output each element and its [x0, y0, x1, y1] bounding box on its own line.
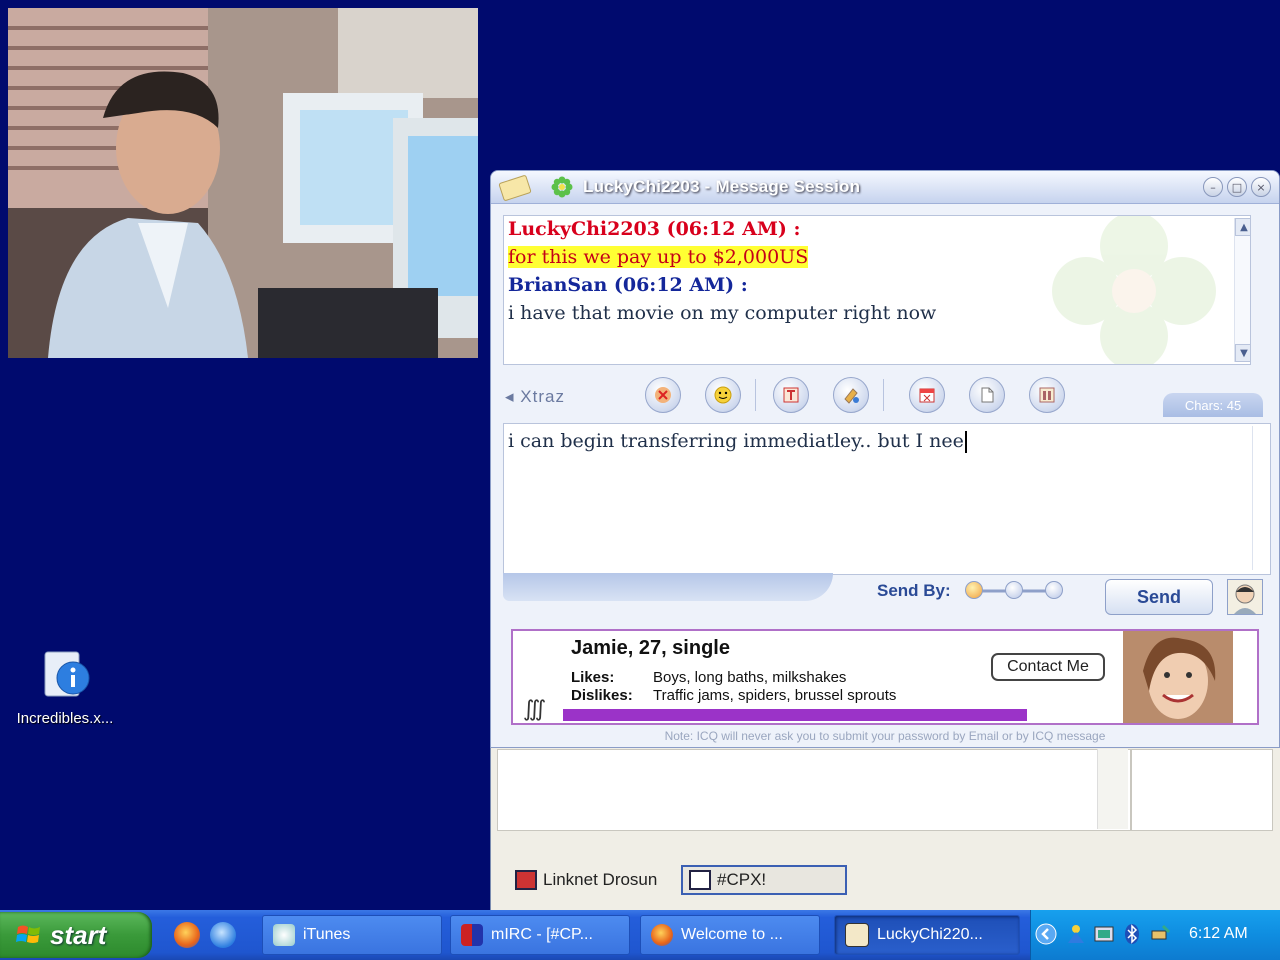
mirc-window: Linknet Drosun #CPX! [490, 735, 1280, 910]
scroll-down-icon[interactable]: ▼ [1235, 344, 1250, 362]
mirc-text-area [497, 749, 1131, 831]
desktop-icon-label: Incredibles.x... [16, 710, 114, 727]
system-tray: 6:12 AM [1030, 910, 1280, 960]
channel-tab-label: Linknet Drosun [543, 870, 658, 889]
task-label: Welcome to ... [681, 926, 783, 943]
windows-logo-icon [16, 925, 40, 943]
history-message: for this we pay up to $2,000US [508, 246, 809, 268]
taskbar: start iTunes mIRC - [#CP... Welcome to .… [0, 910, 1280, 960]
mirc-icon [461, 924, 483, 946]
itunes-icon [273, 924, 295, 946]
font-icon[interactable] [773, 377, 809, 413]
title-bar[interactable]: LuckyChi2203 - Message Session – □ × [491, 171, 1279, 204]
send-bar-decoration [503, 573, 833, 601]
scroll-up-icon[interactable]: ▲ [1235, 218, 1250, 236]
envelope-icon [498, 175, 532, 201]
advertisement-banner[interactable]: ∭ Jamie, 27, single Likes: Boys, long ba… [511, 629, 1259, 725]
send-by-option-icon[interactable] [1005, 581, 1023, 599]
task-label: iTunes [303, 926, 351, 943]
ad-dislikes-label: Dislikes: [571, 687, 633, 704]
send-by-option-icon[interactable] [1045, 581, 1063, 599]
webcam-video [8, 8, 478, 358]
network-icon[interactable] [1093, 923, 1115, 945]
mirc-nicklist [1131, 749, 1273, 831]
history-message: i have that movie on my computer right n… [508, 302, 937, 324]
file-icon[interactable] [969, 377, 1005, 413]
ad-likes-value: Boys, long baths, milkshakes [653, 669, 847, 686]
tray-expand-icon[interactable] [1035, 923, 1057, 945]
desktop-icon-incredibles[interactable]: Incredibles.x... [4, 648, 126, 727]
send-by-label: Send By: [877, 581, 951, 600]
xtraz-label: Xtraz [520, 387, 565, 406]
start-label: start [50, 919, 107, 950]
compose-text[interactable]: i can begin transferring immediatley.. b… [508, 430, 967, 453]
history-scrollbar[interactable]: ▲ ▼ [1234, 218, 1250, 362]
security-note: Note: ICQ will never ask you to submit y… [664, 729, 1106, 743]
xtraz-button[interactable]: ◂ Xtraz [505, 387, 565, 407]
toolbar-divider [755, 379, 756, 411]
send-by-slider[interactable] [965, 581, 1063, 599]
clock[interactable]: 6:12 AM [1189, 925, 1248, 943]
minimize-button[interactable]: – [1203, 177, 1223, 197]
history-sender: LuckyChi2203 (06:12 AM) : [508, 218, 801, 240]
bluetooth-icon[interactable] [1121, 923, 1143, 945]
message-history[interactable]: LuckyChi2203 (06:12 AM) : for this we pa… [503, 215, 1251, 365]
task-label: LuckyChi220... [877, 926, 983, 943]
icq-flower-watermark-icon [1052, 216, 1216, 364]
task-itunes[interactable]: iTunes [262, 915, 442, 955]
firefox-icon [651, 924, 673, 946]
internet-explorer-icon[interactable] [210, 922, 236, 948]
smiley-icon[interactable] [705, 377, 741, 413]
window-title: LuckyChi2203 - Message Session [583, 177, 861, 196]
task-firefox[interactable]: Welcome to ... [640, 915, 820, 955]
close-button[interactable]: × [1251, 177, 1271, 197]
start-button[interactable]: start [0, 912, 152, 958]
text-caret [964, 431, 967, 453]
mirc-scrollbar[interactable] [1097, 749, 1128, 829]
task-mirc[interactable]: mIRC - [#CP... [450, 915, 630, 955]
icq-message-window: LuckyChi2203 - Message Session – □ × Luc… [490, 170, 1280, 748]
icq-logo-icon: ∭ [523, 697, 547, 722]
channel-tab-label: #CPX! [717, 870, 767, 889]
compose-value: i can begin transferring immediatley.. b… [508, 430, 964, 452]
ad-likes-label: Likes: [571, 669, 615, 686]
avatar-icon[interactable] [1227, 579, 1263, 615]
chars-counter: Chars: 45 [1163, 393, 1263, 417]
maximize-button[interactable]: □ [1227, 177, 1247, 197]
send-button[interactable]: Send [1105, 579, 1213, 615]
color-icon[interactable] [833, 377, 869, 413]
channel-icon [689, 870, 711, 890]
safely-remove-hardware-icon[interactable] [1149, 923, 1171, 945]
message-toolbar: ◂ Xtraz Chars: 45 [503, 371, 1269, 421]
contact-me-button[interactable]: Contact Me [991, 653, 1105, 681]
server-icon [515, 870, 537, 890]
task-icq-session[interactable]: LuckyChi220... [834, 915, 1020, 955]
ad-progress-bar [563, 709, 1027, 721]
messenger-icon[interactable] [1065, 923, 1087, 945]
ad-dislikes-value: Traffic jams, spiders, brussel sprouts [653, 687, 897, 704]
send-bar: Send By: Send [503, 573, 1269, 633]
compose-scrollbar[interactable] [1252, 426, 1267, 570]
highlighted-message-text: for this we pay up to $2,000US [508, 246, 809, 268]
voice-mute-icon[interactable] [645, 377, 681, 413]
webcam-image [8, 8, 478, 358]
calendar-icon[interactable] [909, 377, 945, 413]
task-label: mIRC - [#CP... [491, 926, 593, 943]
compose-input[interactable]: i can begin transferring immediatley.. b… [503, 423, 1271, 575]
channel-tab-cpx[interactable]: #CPX! [681, 865, 847, 895]
icq-flower-icon [551, 176, 573, 198]
icq-session-icon [845, 923, 869, 947]
ad-photo[interactable] [1123, 631, 1233, 723]
channel-tab-linknet[interactable]: Linknet Drosun [509, 865, 669, 895]
firefox-icon[interactable] [174, 922, 200, 948]
toolbar-divider [883, 379, 884, 411]
history-sender: BrianSan (06:12 AM) : [508, 274, 748, 296]
info-file-icon [37, 648, 93, 704]
ad-headline: Jamie, 27, single [571, 637, 730, 659]
send-by-option-icon[interactable] [965, 581, 983, 599]
history-icon[interactable] [1029, 377, 1065, 413]
